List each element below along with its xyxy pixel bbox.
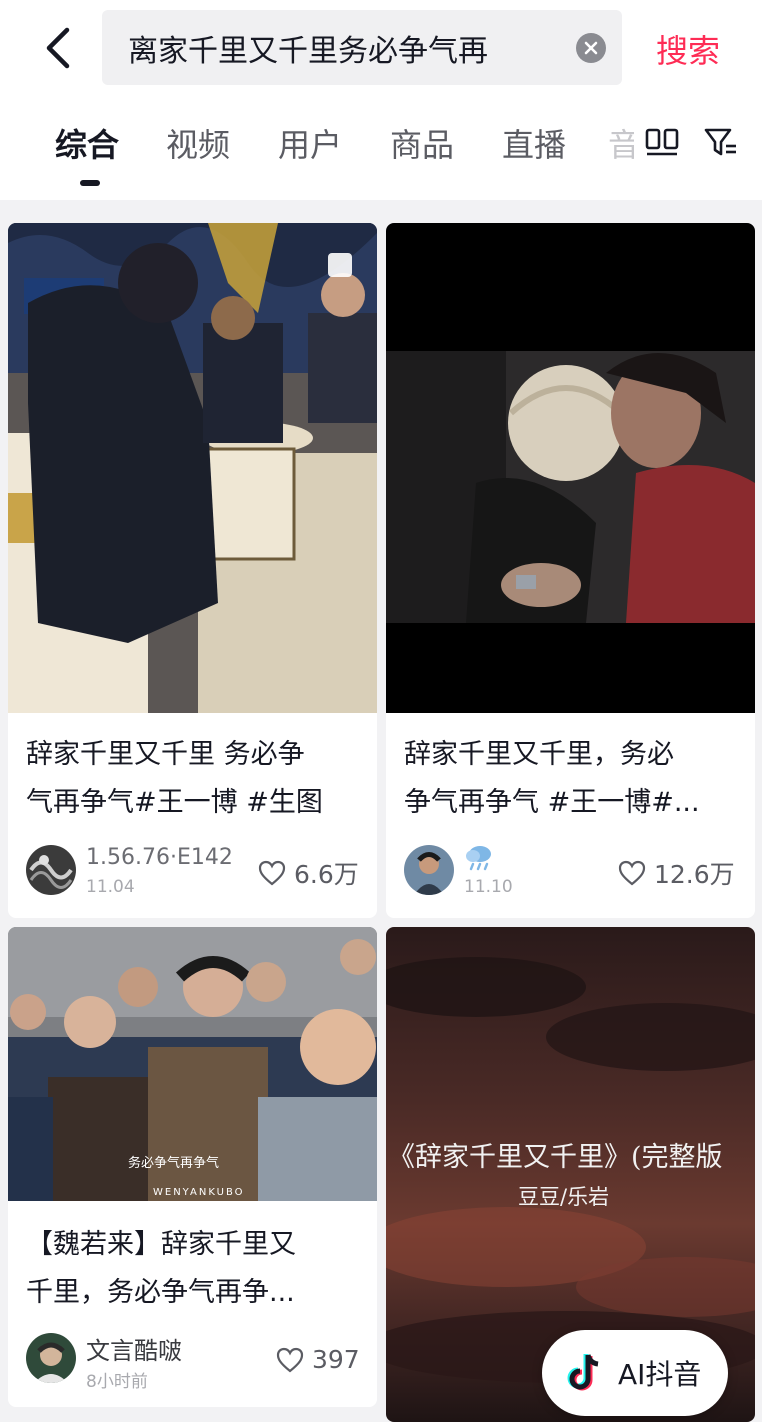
- post-date: 11.04: [86, 877, 135, 897]
- avatar[interactable]: [404, 845, 454, 895]
- tab-products[interactable]: 商品: [390, 120, 454, 166]
- song-title-overlay: 《辞家千里又千里》(完整版: [388, 1142, 723, 1173]
- author-name[interactable]: 1.56.76·E142: [86, 845, 233, 870]
- thumbnail-image: [8, 223, 377, 713]
- heart-icon: [618, 860, 646, 886]
- heart-icon: [276, 1347, 304, 1372]
- card-title[interactable]: 辞家千里又千里 务必争 气再争气#王一博 #生图: [26, 731, 361, 827]
- search-query-text[interactable]: 离家千里又千里务必争气再: [128, 26, 566, 70]
- chevron-left-icon: [46, 27, 70, 69]
- card-title[interactable]: 【魏若来】辞家千里又 千里，务必争气再争...: [26, 1221, 361, 1317]
- back-button[interactable]: [30, 20, 86, 76]
- active-tab-indicator: [80, 180, 100, 186]
- tab-general[interactable]: 综合: [55, 120, 119, 166]
- search-input[interactable]: 离家千里又千里务必争气再: [102, 10, 622, 85]
- song-artist-overlay: 豆豆/乐岩: [518, 1185, 610, 1209]
- filter-icon[interactable]: [700, 122, 740, 162]
- clear-icon[interactable]: [576, 32, 606, 63]
- like-count[interactable]: 12.6万: [618, 855, 735, 891]
- tab-video[interactable]: 视频: [166, 120, 230, 166]
- search-button[interactable]: 搜索: [656, 26, 720, 72]
- avatar[interactable]: [26, 845, 76, 895]
- tab-live[interactable]: 直播: [502, 120, 566, 166]
- layout-toggle-icon[interactable]: [642, 122, 682, 162]
- result-card-2[interactable]: 辞家千里又千里，务必 争气再争气 #王一博#... 11.10 12.6万: [386, 223, 755, 918]
- like-count[interactable]: 6.6万: [258, 855, 359, 891]
- tab-bar: 综合 视频 用户 商品 直播 音: [0, 100, 762, 200]
- weather-cloud-icon: [466, 846, 491, 871]
- tab-users[interactable]: 用户: [278, 120, 342, 166]
- ai-douyin-button[interactable]: AI抖音: [542, 1330, 728, 1416]
- card-title[interactable]: 辞家千里又千里，务必 争气再争气 #王一博#...: [404, 731, 739, 827]
- result-card-1[interactable]: 辞家千里又千里 务必争 气再争气#王一博 #生图 1.56.76·E142 11…: [8, 223, 377, 918]
- heart-icon: [258, 860, 286, 886]
- top-bar: 离家千里又千里务必争气再 搜索: [0, 0, 762, 100]
- thumbnail-image: 务必争气再争气 WENYANKUBO: [8, 927, 377, 1201]
- douyin-logo-icon: [567, 1354, 599, 1391]
- thumb-caption: 务必争气再争气: [128, 1155, 219, 1171]
- post-date: 8小时前: [86, 1372, 148, 1392]
- ai-badge-label: AI抖音: [618, 1358, 702, 1391]
- author-name[interactable]: 文言酷啵: [86, 1331, 182, 1366]
- result-card-3[interactable]: 务必争气再争气 WENYANKUBO 【魏若来】辞家千里又 千里，务必争气再争.…: [8, 927, 377, 1407]
- thumb-watermark: WENYANKUBO: [153, 1187, 245, 1198]
- like-count[interactable]: 397: [276, 1345, 360, 1374]
- tab-music-partial[interactable]: 音: [608, 120, 634, 164]
- thumbnail-image: [386, 223, 755, 713]
- avatar[interactable]: [26, 1333, 76, 1383]
- post-date: 11.10: [464, 877, 513, 897]
